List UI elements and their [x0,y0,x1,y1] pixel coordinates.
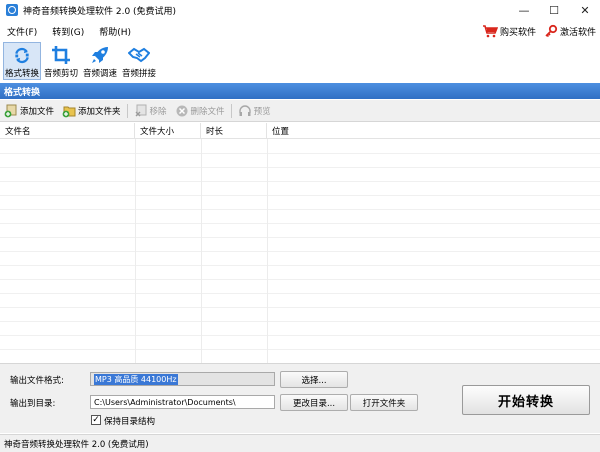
output-dir-value: C:\Users\Administrator\Documents\ [94,397,236,407]
output-dir-label: 输出到目录: [10,399,56,409]
keep-structure-checkbox[interactable]: ✓ [91,415,101,425]
column-duration[interactable]: 时长 [201,123,267,138]
preview-button[interactable]: 预览 [238,104,271,118]
maximize-button[interactable]: ☐ [539,0,569,20]
window-title: 神奇音频转换处理软件 2.0 (免费试用) [23,6,177,17]
checkmark-icon: ✓ [92,414,100,425]
handshake-icon [128,47,150,63]
remove-label: 移除 [149,106,167,117]
output-format-label: 输出文件格式: [10,376,64,386]
file-list-header: 文件名 文件大小 时长 位置 [0,123,600,139]
tool-audio-speed-label: 音频调速 [82,69,117,79]
grid-row-line [0,321,600,322]
grid-row-line [0,153,600,154]
add-file-button[interactable]: 添加文件 [4,104,54,118]
grid-row-line [0,279,600,280]
grid-row-line [0,307,600,308]
main-toolbar: 格式转换 音频剪切 音频调速 音频拼接 [0,42,600,82]
tool-format-convert[interactable]: 格式转换 [3,42,41,80]
headphones-icon [238,104,251,116]
rocket-icon [92,47,108,63]
file-list[interactable]: 文件名 文件大小 时长 位置 [0,123,600,363]
file-list-body [0,139,600,363]
section-header: 格式转换 [0,83,600,99]
activate-software-label: 激活软件 [559,27,596,38]
remove-icon [135,104,147,116]
output-format-field[interactable]: MP3 高品质 44100Hz [90,372,275,386]
tool-audio-join[interactable]: 音频拼接 [120,42,158,80]
grid-row-line [0,349,600,350]
start-convert-button[interactable]: 开始转换 [462,385,590,415]
tool-audio-cut-label: 音频剪切 [43,69,78,79]
grid-column-divider [267,139,268,363]
grid-row-line [0,293,600,294]
header-actions: 购买软件 激活软件 [474,22,596,40]
toolbar-separator [126,103,128,118]
crop-icon [52,46,70,64]
grid-row-line [0,167,600,168]
grid-row-line [0,251,600,252]
preview-label: 预览 [253,106,271,117]
grid-row-line [0,181,600,182]
tool-format-convert-label: 格式转换 [4,69,39,79]
column-filesize[interactable]: 文件大小 [135,123,201,138]
add-file-icon [4,104,17,117]
close-button[interactable]: ✕ [570,0,600,20]
minimize-button[interactable]: — [509,0,539,20]
add-folder-icon [62,106,76,117]
menu-goto[interactable]: 转到(G) [52,25,84,38]
status-bar: 神奇音频转换处理软件 2.0 (免费试用) [0,434,600,452]
buy-software-link[interactable]: 购买软件 [482,24,536,38]
menu-help[interactable]: 帮助(H) [99,25,131,38]
grid-row-line [0,265,600,266]
grid-column-divider [135,139,136,363]
column-location[interactable]: 位置 [267,123,600,138]
shopping-cart-icon [482,25,498,38]
output-settings-panel: 输出文件格式: MP3 高品质 44100Hz 选择... 输出到目录: C:\… [0,363,600,433]
format-convert-icon [15,47,29,64]
tool-audio-join-label: 音频拼接 [121,69,156,79]
delete-file-label: 删除文件 [190,106,225,117]
remove-button[interactable]: 移除 [134,104,167,118]
key-icon [545,24,558,38]
grid-row-line [0,195,600,196]
activate-software-link[interactable]: 激活软件 [544,24,596,38]
delete-icon [176,105,188,116]
tool-audio-cut[interactable]: 音频剪切 [42,42,80,80]
change-dir-button[interactable]: 更改目录... [280,394,348,411]
grid-row-line [0,237,600,238]
file-action-bar: 添加文件 添加文件夹 移除 删除文件 预览 [0,100,600,122]
output-format-value: MP3 高品质 44100Hz [94,373,178,385]
grid-row-line [0,223,600,224]
add-folder-label: 添加文件夹 [78,106,121,117]
grid-row-line [0,335,600,336]
grid-column-divider [201,139,202,363]
add-folder-button[interactable]: 添加文件夹 [62,104,121,118]
choose-format-button[interactable]: 选择... [280,371,348,388]
tool-audio-speed[interactable]: 音频调速 [81,42,119,80]
output-dir-field[interactable]: C:\Users\Administrator\Documents\ [90,395,275,409]
column-filename[interactable]: 文件名 [0,123,135,138]
app-logo-icon [6,4,18,16]
grid-row-line [0,209,600,210]
delete-file-button[interactable]: 删除文件 [175,104,225,118]
buy-software-label: 购买软件 [499,27,536,38]
keep-structure-label: 保持目录结构 [104,417,156,427]
open-folder-button[interactable]: 打开文件夹 [350,394,418,411]
menu-file[interactable]: 文件(F) [7,25,37,38]
add-file-label: 添加文件 [20,106,55,117]
toolbar-separator [230,103,232,118]
